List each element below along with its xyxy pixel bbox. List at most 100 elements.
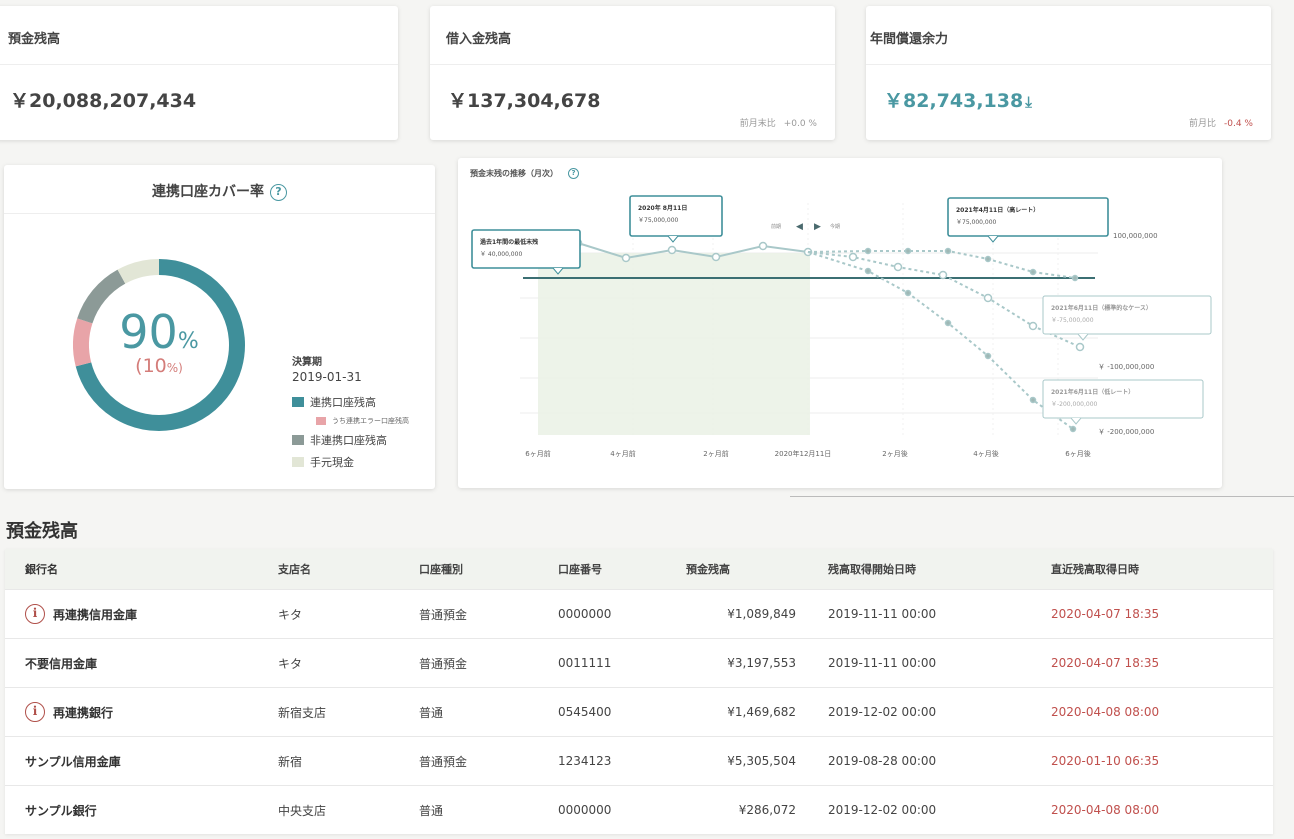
coverage-percent: 90% (69, 305, 249, 359)
trend-chart: 過去1年間の最低末残 ￥ 40,000,000 2020年 8月11日 ￥75,000… (471, 195, 1212, 458)
x-tick-label: 2ヶ月前 (703, 449, 728, 458)
deposit-table: 銀行名 支店名 口座種別 口座番号 預金残高 残高取得開始日時 直近残高取得日時… (5, 549, 1273, 834)
warning-icon[interactable]: i (25, 702, 45, 722)
col-start[interactable]: 残高取得開始日時 (810, 561, 1031, 577)
data-point (938, 270, 948, 280)
tooltip-title: 2020年 8月11日 (638, 204, 687, 212)
donut-segment (117, 259, 160, 284)
kpi-value: ￥20,088,207,434 (10, 90, 197, 112)
kpi-value: ￥137,304,678 (448, 90, 601, 112)
col-type[interactable]: 口座種別 (399, 561, 538, 577)
cell-latest: 2020-04-07 18:35 (1051, 656, 1160, 670)
warning-icon[interactable]: i (25, 604, 45, 624)
coverage-percent-value: 90 (119, 305, 178, 359)
tooltip-box (1042, 379, 1204, 419)
data-point (1071, 274, 1079, 282)
legend-swatch (292, 457, 304, 467)
tooltip-title: 2021年4月11日（高レート） (956, 206, 1039, 214)
table-row[interactable]: i 再連携銀行 新宿支店 普通 0545400 ¥1,469,682 2019-12-02 … (5, 687, 1273, 736)
legend-item: 手元現金 (292, 454, 409, 470)
data-point (983, 293, 993, 303)
cell-number: 0011111 (558, 656, 612, 670)
cell-branch: 中央支店 (278, 803, 327, 818)
cell-number: 0000000 (558, 607, 612, 621)
table-body: i 再連携信用金庫 キタ 普通預金 0000000 ¥1,089,849 2019-11-1… (5, 589, 1273, 834)
tooltip-value: ￥-75,000,000 (1051, 317, 1094, 324)
tooltip-box (629, 195, 723, 237)
tooltip-pointer (667, 235, 679, 243)
cell-bank[interactable]: サンプル銀行 (5, 802, 258, 819)
download-icon[interactable]: ⤓ (1025, 93, 1032, 111)
cell-type: 普通 (419, 705, 444, 720)
trend-title-text: 預金末残の推移（月次） (470, 169, 558, 178)
col-bank[interactable]: 銀行名 (5, 561, 258, 577)
data-point (758, 241, 768, 251)
data-point (944, 247, 952, 255)
cell-start: 2019-08-28 00:00 (828, 754, 937, 768)
x-tick-label: 6ヶ月前 (525, 449, 550, 458)
error-percent-unit: %) (166, 361, 183, 375)
cell-number: 0000000 (558, 803, 612, 817)
col-number[interactable]: 口座番号 (538, 561, 666, 577)
trend-title: 預金末残の推移（月次）? (470, 168, 579, 179)
cell-branch: 新宿支店 (278, 705, 327, 720)
kpi-title: 年間償還余力 (870, 32, 949, 47)
col-balance[interactable]: 預金残高 (666, 561, 810, 577)
table-row[interactable]: i 再連携信用金庫 キタ 普通預金 0000000 ¥1,089,849 2019-11-1… (5, 589, 1273, 638)
data-point (904, 247, 912, 255)
cell-start: 2019-11-11 00:00 (828, 656, 937, 670)
legend-item: うち連携エラー口座残高 (316, 416, 409, 426)
cell-branch: キタ (278, 656, 303, 671)
tooltip-box (1042, 295, 1212, 335)
cell-bank[interactable]: i 再連携信用金庫 (5, 604, 258, 624)
col-latest[interactable]: 直近残高取得日時 (1031, 561, 1231, 577)
cell-number: 1234123 (558, 754, 612, 768)
data-point (893, 262, 903, 272)
y-tick-label: ￥ -200,000,000 (1098, 428, 1154, 436)
tooltip-value: ￥-200,000,000 (1051, 401, 1098, 408)
legend-swatch (292, 397, 304, 407)
kpi-card-repayment: 年間償還余力 ￥82,743,138 ⤓ 前月比 -0.4 % (866, 6, 1271, 140)
tooltip-box (471, 229, 581, 269)
col-branch[interactable]: 支店名 (258, 561, 399, 577)
coverage-legend: 決算期 2019-01-31 連携口座残高 うち連携エラー口座残高 非連携口座残… (292, 353, 409, 476)
bank-name: 再連携信用金庫 (53, 607, 138, 622)
legend-label: 非連携口座残高 (310, 434, 387, 447)
legend-label: 連携口座残高 (310, 396, 376, 409)
tooltip-pointer (1070, 417, 1082, 425)
data-point (984, 255, 992, 263)
kpi-value: ￥82,743,138 ⤓ (884, 86, 1032, 113)
cell-bank[interactable]: i 再連携銀行 (5, 702, 258, 722)
data-point (984, 352, 992, 360)
cell-balance: ¥3,197,553 (727, 656, 796, 670)
y-tick-label: ￥ -100,000,000 (1098, 363, 1154, 371)
cell-latest: 2020-01-10 06:35 (1051, 754, 1160, 768)
y-tick-label: 100,000,000 (1113, 232, 1158, 240)
table-header: 銀行名 支店名 口座種別 口座番号 預金残高 残高取得開始日時 直近残高取得日時 (5, 549, 1273, 589)
cell-bank[interactable]: サンプル信用金庫 (5, 753, 258, 770)
table-row[interactable]: 不要信用金庫 キタ 普通預金 0011111 ¥3,197,553 2019-11-11 … (5, 638, 1273, 687)
table-row[interactable]: サンプル銀行 中央支店 普通 0000000 ¥286,072 2019-12-02 00… (5, 785, 1273, 834)
x-tick-label: 4ヶ月前 (610, 449, 635, 458)
next-arrow-icon: ▶ (814, 222, 821, 232)
data-point (864, 247, 872, 255)
cell-bank[interactable]: 不要信用金庫 (5, 655, 258, 672)
compare-value: +0.0 % (783, 119, 817, 129)
kpi-compare: 前月末比 +0.0 % (740, 116, 817, 129)
data-point (1075, 342, 1085, 352)
cell-latest: 2020-04-07 18:35 (1051, 607, 1160, 621)
donut-center: 90% (10%) (69, 305, 249, 377)
divider (866, 64, 1271, 65)
table-row[interactable]: サンプル信用金庫 新宿 普通預金 1234123 ¥5,305,504 2019-08-2… (5, 736, 1273, 785)
x-tick-label: 2020年12月11日 (775, 449, 832, 458)
tooltip-title: 過去1年間の最低末残 (479, 238, 538, 246)
bank-name: サンプル信用金庫 (25, 754, 121, 769)
data-point (667, 245, 677, 255)
tooltip-box (947, 197, 1109, 237)
help-icon[interactable]: ? (568, 168, 579, 179)
legend-swatch (292, 435, 304, 445)
projection-line (807, 251, 1081, 348)
compare-value: -0.4 % (1224, 119, 1253, 129)
data-point (1069, 425, 1077, 433)
cell-balance: ¥1,469,682 (727, 705, 796, 719)
